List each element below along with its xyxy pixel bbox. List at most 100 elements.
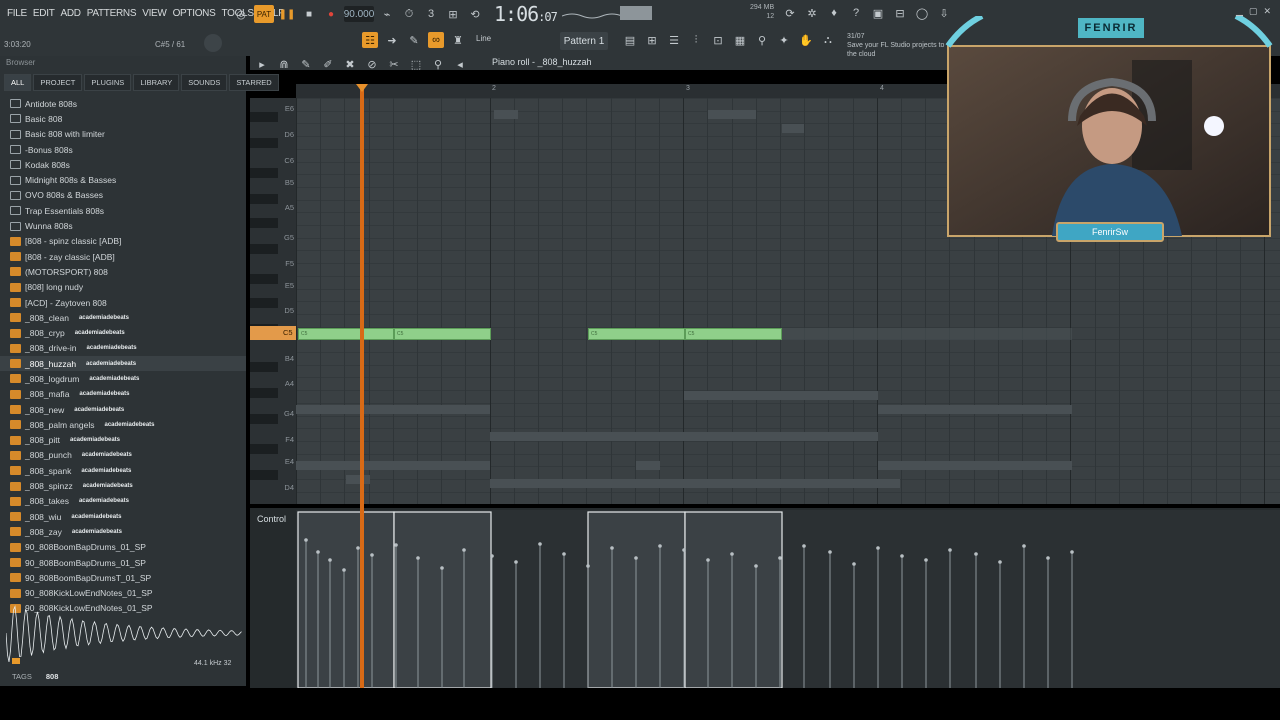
- browser-item[interactable]: [808] long nudy: [0, 280, 246, 295]
- velocity-handle[interactable]: [610, 546, 614, 550]
- black-key[interactable]: [250, 470, 278, 480]
- select-icon[interactable]: ⬚: [408, 56, 424, 72]
- velocity-handle[interactable]: [394, 543, 398, 547]
- browser-item[interactable]: (MOTORSPORT) 808: [0, 264, 246, 279]
- black-key[interactable]: [250, 388, 278, 398]
- save-icon[interactable]: ▣: [870, 5, 886, 21]
- stop-button[interactable]: ■: [300, 5, 318, 23]
- waveform-start-marker[interactable]: [12, 658, 20, 664]
- arrow-icon[interactable]: ➜: [384, 32, 400, 48]
- browser-item[interactable]: Kodak 808s: [0, 157, 246, 172]
- note[interactable]: C5: [394, 328, 491, 340]
- browser-item[interactable]: OVO 808s & Basses: [0, 188, 246, 203]
- browser-tab-starred[interactable]: STARRED: [229, 74, 279, 91]
- zoom-icon[interactable]: ⚲: [430, 56, 446, 72]
- black-key[interactable]: [250, 194, 278, 204]
- pattern-selector[interactable]: Pattern 1: [560, 32, 608, 50]
- velocity-handle[interactable]: [342, 568, 346, 572]
- browser-item[interactable]: _808_mafia academiadebeats: [0, 387, 246, 402]
- control-target-label[interactable]: Control: [257, 514, 286, 524]
- black-key[interactable]: [250, 362, 278, 372]
- record-button[interactable]: ●: [322, 5, 340, 23]
- browser-item[interactable]: _808_pitt academiadebeats: [0, 433, 246, 448]
- piano-roll-view-icon[interactable]: ☷: [362, 32, 378, 48]
- velocity-handle[interactable]: [1070, 550, 1074, 554]
- tempo-display[interactable]: 90.000: [344, 6, 374, 22]
- browser-item[interactable]: _808_takes academiadebeats: [0, 494, 246, 509]
- slice-icon[interactable]: ✂: [386, 56, 402, 72]
- tags-bar[interactable]: TAGS 808: [12, 672, 58, 681]
- browser-item[interactable]: [808 - spinz classic [ADB]: [0, 234, 246, 249]
- velocity-bar-main[interactable]: [297, 511, 395, 688]
- velocity-handle[interactable]: [1022, 544, 1026, 548]
- draw-icon[interactable]: ✎: [298, 56, 314, 72]
- browser-item[interactable]: _808_clean academiadebeats: [0, 310, 246, 325]
- playlist-icon[interactable]: ▤: [622, 32, 638, 48]
- velocity-handle[interactable]: [900, 554, 904, 558]
- browser-tab-plugins[interactable]: PLUGINS: [84, 74, 132, 91]
- black-key[interactable]: [250, 168, 278, 178]
- playhead[interactable]: [360, 84, 364, 688]
- magnet-icon[interactable]: ⋒: [276, 56, 292, 72]
- browser-item[interactable]: 90_808KickLowEndNotes_01_SP: [0, 586, 246, 601]
- menu-patterns[interactable]: PATTERNS: [84, 6, 139, 22]
- velocity-handle[interactable]: [828, 550, 832, 554]
- wait-icon[interactable]: ⏱: [400, 6, 418, 22]
- velocity-handle[interactable]: [852, 562, 856, 566]
- browser-item[interactable]: _808_spinzz academiadebeats: [0, 478, 246, 493]
- pattern-song-toggle[interactable]: PAT: [254, 5, 274, 23]
- browser-item[interactable]: _808_cryp academiadebeats: [0, 325, 246, 340]
- plugin-icon[interactable]: ⊟: [892, 5, 908, 21]
- touch-keyboard-icon[interactable]: ✋: [798, 32, 814, 48]
- velocity-handle[interactable]: [416, 556, 420, 560]
- playback-icon[interactable]: ◂: [452, 56, 468, 72]
- velocity-handle[interactable]: [998, 560, 1002, 564]
- news-hint[interactable]: 31/07 Save your FL Studio projects to th…: [847, 32, 947, 59]
- velocity-bar-main[interactable]: [684, 511, 783, 688]
- mute-icon[interactable]: ⊘: [364, 56, 380, 72]
- piano-roll-icon[interactable]: ☰: [666, 32, 682, 48]
- pencil-icon[interactable]: ✎: [406, 32, 422, 48]
- snap-mode-label[interactable]: Line: [476, 34, 491, 43]
- browser-item[interactable]: -Bonus 808s: [0, 142, 246, 157]
- velocity-handle[interactable]: [876, 546, 880, 550]
- browser-item[interactable]: _808_punch academiadebeats: [0, 448, 246, 463]
- browser-item[interactable]: _808_palm angels academiadebeats: [0, 417, 246, 432]
- velocity-handle[interactable]: [440, 566, 444, 570]
- master-volume-knob[interactable]: [204, 34, 222, 52]
- velocity-handle[interactable]: [328, 558, 332, 562]
- piano-keyboard[interactable]: E6 D6 C6 B5 A5 G5 F5 E5 D5 B4 A4 G4 F4 E4 D4: [250, 98, 296, 504]
- note[interactable]: C5: [685, 328, 782, 340]
- chat-icon[interactable]: ◯: [914, 5, 930, 21]
- browser-tab-sounds[interactable]: SOUNDS: [181, 74, 228, 91]
- menu-arrow-icon[interactable]: ▸: [254, 56, 270, 72]
- channel-rack-icon[interactable]: ⊞: [644, 32, 660, 48]
- velocity-handle[interactable]: [370, 553, 374, 557]
- menu-options[interactable]: OPTIONS: [170, 6, 219, 22]
- velocity-handle[interactable]: [948, 548, 952, 552]
- menu-view[interactable]: VIEW: [139, 6, 169, 22]
- browser-item[interactable]: Basic 808 with limiter: [0, 127, 246, 142]
- plug-icon[interactable]: ⚲: [754, 32, 770, 48]
- tools-icon[interactable]: ✲: [804, 5, 820, 21]
- microphone-icon[interactable]: ♦: [826, 5, 842, 21]
- velocity-handle[interactable]: [462, 548, 466, 552]
- velocity-handle[interactable]: [1046, 556, 1050, 560]
- velocity-handle[interactable]: [682, 548, 686, 552]
- browser-item[interactable]: _808_spank academiadebeats: [0, 463, 246, 478]
- delete-icon[interactable]: ✖: [342, 56, 358, 72]
- paint-icon[interactable]: ✐: [320, 56, 336, 72]
- velocity-handle[interactable]: [730, 552, 734, 556]
- browser-tab-library[interactable]: LIBRARY: [133, 74, 180, 91]
- menu-add[interactable]: ADD: [58, 6, 84, 22]
- menu-file[interactable]: FILE: [4, 6, 30, 22]
- recording-icon[interactable]: ◎: [232, 6, 250, 22]
- browser-item[interactable]: _808_logdrum academiadebeats: [0, 371, 246, 386]
- browser-item[interactable]: Trap Essentials 808s: [0, 203, 246, 218]
- black-key[interactable]: [250, 414, 278, 424]
- black-key[interactable]: [250, 444, 278, 454]
- velocity-handle[interactable]: [304, 538, 308, 542]
- pin-icon[interactable]: ✦: [776, 32, 792, 48]
- link-icon[interactable]: ∞: [428, 32, 444, 48]
- velocity-handle[interactable]: [754, 564, 758, 568]
